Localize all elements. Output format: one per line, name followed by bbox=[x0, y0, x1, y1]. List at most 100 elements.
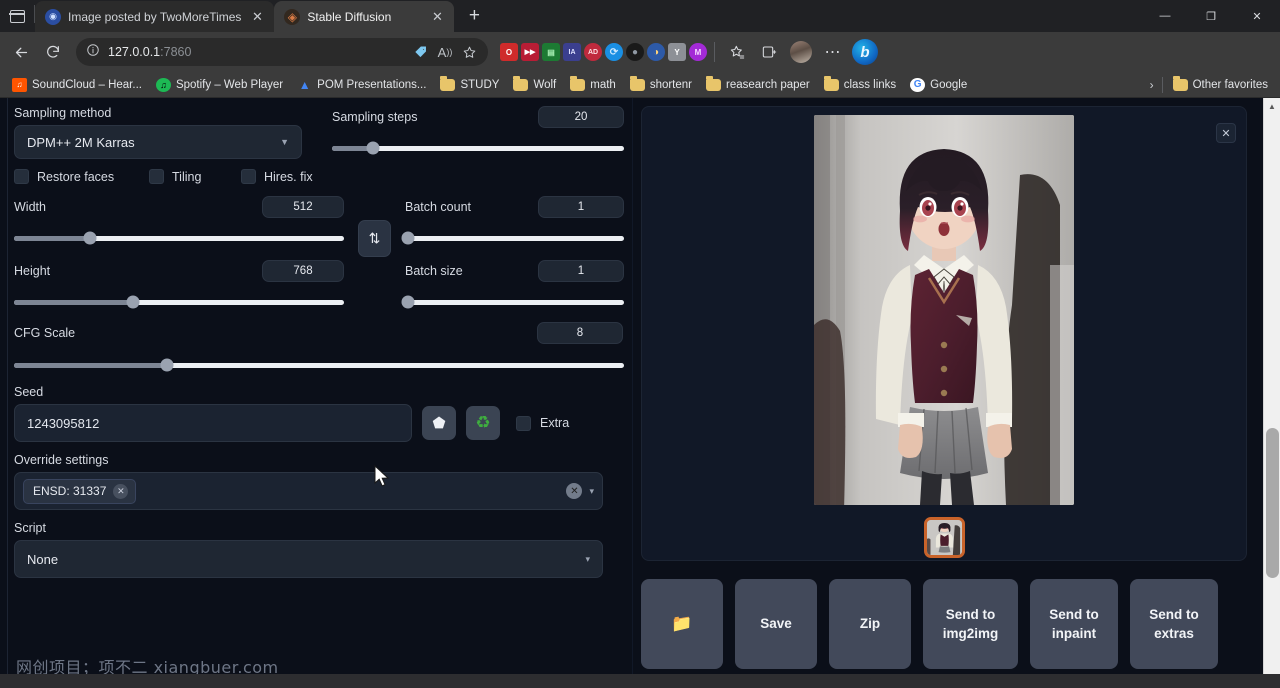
window-controls: — ❐ ✕ bbox=[1142, 0, 1280, 32]
script-select[interactable]: None ▾ bbox=[14, 540, 603, 578]
profile-avatar[interactable] bbox=[786, 37, 816, 67]
generated-image[interactable] bbox=[814, 115, 1074, 505]
collections-icon[interactable] bbox=[754, 37, 784, 67]
reuse-seed-recycle-icon[interactable]: ♻ bbox=[466, 406, 500, 440]
bookmark-pom-presentations[interactable]: ▲ POM Presentations... bbox=[291, 76, 432, 94]
width-slider[interactable] bbox=[14, 229, 344, 247]
cfg-scale-label: CFG Scale bbox=[14, 326, 75, 340]
toolbar-divider bbox=[714, 42, 715, 62]
remove-tag-icon[interactable]: ✕ bbox=[113, 484, 128, 499]
yahoo-icon[interactable]: Y bbox=[668, 43, 686, 61]
cfg-scale-slider[interactable] bbox=[14, 356, 624, 374]
bookmark-label: STUDY bbox=[460, 79, 499, 91]
youtube-tool-icon[interactable]: ▶▶ bbox=[521, 43, 539, 61]
close-window-button[interactable]: ✕ bbox=[1234, 0, 1280, 32]
bookmark-shortenr[interactable]: shortenr bbox=[624, 76, 698, 94]
send-to-inpaint-button[interactable]: Send to inpaint bbox=[1030, 579, 1118, 669]
checkbox-box bbox=[516, 416, 531, 431]
batch-count-value[interactable]: 1 bbox=[538, 196, 624, 218]
seed-input[interactable]: 1243095812 bbox=[14, 404, 412, 442]
hires-fix-checkbox[interactable]: Hires. fix bbox=[241, 169, 313, 184]
reload-icon[interactable] bbox=[38, 37, 68, 67]
cfg-scale-value[interactable]: 8 bbox=[537, 322, 623, 344]
other-favorites-folder[interactable]: Other favorites bbox=[1167, 76, 1274, 94]
profile-extension-icon[interactable]: ◑ bbox=[647, 43, 665, 61]
bookmark-soundcloud[interactable]: ♫ SoundCloud – Hear... bbox=[6, 76, 148, 94]
save-button[interactable]: Save bbox=[735, 579, 817, 669]
random-seed-dice-icon[interactable]: ⬟ bbox=[422, 406, 456, 440]
bing-copilot-icon[interactable]: b bbox=[852, 39, 878, 65]
close-icon[interactable]: ✕ bbox=[248, 8, 266, 26]
ghostery-icon[interactable]: ● bbox=[626, 43, 644, 61]
sampling-steps-slider[interactable] bbox=[332, 139, 624, 157]
sampling-method-select[interactable]: DPM++ 2M Karras ▼ bbox=[14, 125, 302, 159]
folder-icon bbox=[824, 78, 839, 92]
settings-more-icon[interactable]: ⋯ bbox=[818, 37, 848, 67]
new-tab-button[interactable]: + bbox=[460, 2, 488, 30]
bookmark-label: class links bbox=[844, 79, 896, 91]
internet-archive-icon[interactable]: IA bbox=[563, 43, 581, 61]
browser-tab-stable-diffusion[interactable]: ◈ Stable Diffusion ✕ bbox=[274, 1, 454, 32]
batch-size-label: Batch size bbox=[405, 264, 463, 278]
clear-all-icon[interactable]: ✕ bbox=[566, 483, 582, 499]
tab-search-icon[interactable] bbox=[0, 0, 34, 32]
tiling-checkbox[interactable]: Tiling bbox=[149, 169, 241, 184]
minimize-button[interactable]: — bbox=[1142, 0, 1188, 32]
close-icon[interactable]: ✕ bbox=[428, 8, 446, 26]
site-info-icon[interactable] bbox=[86, 43, 100, 62]
image-gallery: ✕ bbox=[641, 106, 1247, 561]
bookmark-label: POM Presentations... bbox=[317, 79, 426, 91]
adblock-icon[interactable]: AD bbox=[584, 43, 602, 61]
chevron-down-icon[interactable]: ▾ bbox=[589, 486, 594, 497]
vertical-scroll-thumb[interactable] bbox=[1266, 428, 1279, 578]
bookmark-google[interactable]: G Google bbox=[904, 76, 973, 94]
override-settings-field[interactable]: ENSD: 31337 ✕ ✕ ▾ bbox=[14, 472, 603, 510]
swap-dimensions-button[interactable]: ⇅ bbox=[358, 220, 391, 257]
sampling-method-label: Sampling method bbox=[14, 106, 302, 120]
send-to-extras-button[interactable]: Send to extras bbox=[1130, 579, 1218, 669]
bookmark-wolf[interactable]: Wolf bbox=[507, 76, 562, 94]
bookmark-spotify[interactable]: ♫ Spotify – Web Player bbox=[150, 76, 289, 94]
taskbar bbox=[0, 674, 1280, 688]
restore-faces-checkbox[interactable]: Restore faces bbox=[14, 169, 149, 184]
scroll-up-arrow[interactable]: ▲ bbox=[1264, 98, 1280, 115]
batch-size-value[interactable]: 1 bbox=[538, 260, 624, 282]
add-favorite-icon[interactable] bbox=[458, 41, 480, 63]
folder-icon bbox=[1173, 78, 1188, 92]
toggles-row: Restore faces Tiling Hires. fix bbox=[14, 169, 624, 184]
close-icon[interactable]: ✕ bbox=[1216, 123, 1236, 143]
read-aloud-icon[interactable]: A)) bbox=[434, 41, 456, 63]
bookmark-math[interactable]: math bbox=[564, 76, 622, 94]
width-value[interactable]: 512 bbox=[262, 196, 344, 218]
address-bar[interactable]: 127.0.0.1:7860 A)) bbox=[76, 38, 488, 66]
vertical-scrollbar[interactable]: ▲ ▼ bbox=[1263, 98, 1280, 688]
green-extension-icon[interactable]: ▤ bbox=[542, 43, 560, 61]
opera-gx-icon[interactable]: O bbox=[500, 43, 518, 61]
gallery-thumbnail[interactable] bbox=[924, 517, 965, 558]
price-tag-icon[interactable] bbox=[410, 41, 432, 63]
height-slider[interactable] bbox=[14, 293, 344, 311]
favorites-icon[interactable] bbox=[722, 37, 752, 67]
back-icon[interactable] bbox=[6, 37, 36, 67]
extra-seed-checkbox[interactable]: Extra bbox=[516, 416, 569, 431]
send-to-img2img-button[interactable]: Send to img2img bbox=[923, 579, 1018, 669]
google-drive-icon: ▲ bbox=[297, 78, 312, 92]
zip-button[interactable]: Zip bbox=[829, 579, 911, 669]
checkbox-box bbox=[14, 169, 29, 184]
override-tag[interactable]: ENSD: 31337 ✕ bbox=[23, 479, 136, 504]
bookmark-study[interactable]: STUDY bbox=[434, 76, 505, 94]
batch-size-slider[interactable] bbox=[405, 293, 624, 311]
bookmark-reasearch-paper[interactable]: reasearch paper bbox=[700, 76, 816, 94]
sampling-steps-value[interactable]: 20 bbox=[538, 106, 624, 128]
chevron-right-icon[interactable]: › bbox=[1146, 78, 1158, 92]
tag-label: ENSD: 31337 bbox=[33, 484, 106, 498]
open-folder-button[interactable]: 📁 bbox=[641, 579, 723, 669]
height-value[interactable]: 768 bbox=[262, 260, 344, 282]
bookmark-class-links[interactable]: class links bbox=[818, 76, 902, 94]
browser-tab-reddit[interactable]: ◉ Image posted by TwoMoreTimes ✕ bbox=[35, 1, 274, 32]
url-text: 127.0.0.1:7860 bbox=[108, 45, 191, 59]
shazam-icon[interactable]: ⟳ bbox=[605, 43, 623, 61]
monkey-extension-icon[interactable]: M bbox=[689, 43, 707, 61]
maximize-button[interactable]: ❐ bbox=[1188, 0, 1234, 32]
batch-count-slider[interactable] bbox=[405, 229, 624, 247]
